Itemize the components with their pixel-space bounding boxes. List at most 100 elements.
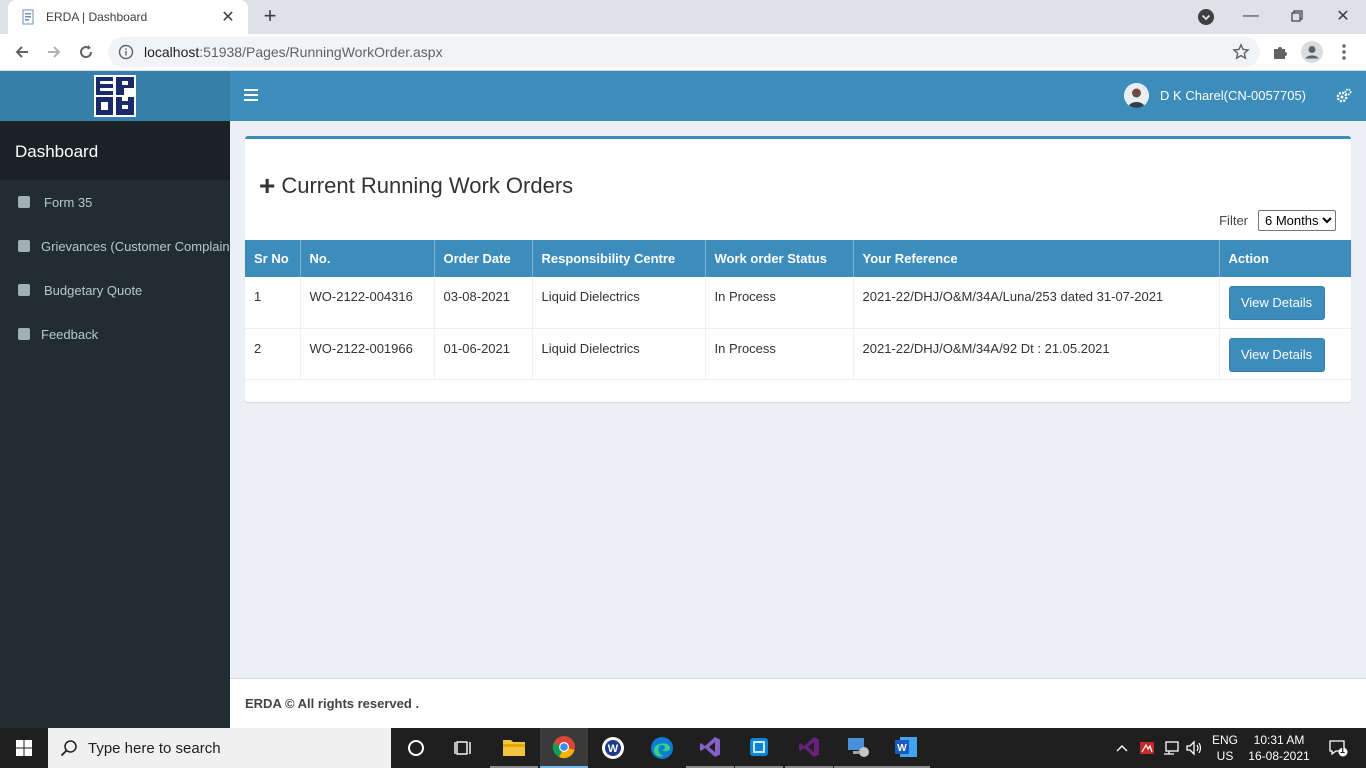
start-button[interactable] xyxy=(0,728,48,768)
taskbar-search-box[interactable]: Type here to search xyxy=(48,728,391,768)
tab-close-icon[interactable]: ✕ xyxy=(220,7,236,27)
footer-text: ERDA © All rights reserved . xyxy=(245,696,420,711)
plus-icon: + xyxy=(259,170,276,201)
browser-tab-strip: ERDA | Dashboard ✕ + — ✕ xyxy=(0,0,1366,34)
column-header[interactable]: No. xyxy=(300,240,435,277)
task-view-button[interactable] xyxy=(440,728,488,768)
work-orders-table: Sr No No. Order Date Responsibility Cent… xyxy=(245,240,1351,380)
cell-reference: 2021-22/DHJ/O&M/34A/92 Dt : 21.05.2021 xyxy=(853,328,1220,379)
forward-button[interactable] xyxy=(42,40,66,64)
cell-order-no: WO-2122-004316 xyxy=(300,277,435,328)
settings-gears-icon[interactable] xyxy=(1336,88,1352,104)
volume-button[interactable] xyxy=(1184,728,1204,768)
chevron-up-icon xyxy=(1116,745,1128,752)
language-indicator[interactable]: ENG US xyxy=(1208,732,1242,764)
filter-control: Filter 6 Months xyxy=(1219,210,1336,231)
action-center-button[interactable]: 1 xyxy=(1318,728,1358,768)
chrome-icon xyxy=(552,736,575,759)
computer-icon xyxy=(848,738,869,757)
tray-app-button[interactable] xyxy=(1137,728,1157,768)
edge-icon xyxy=(651,737,673,759)
cortana-button[interactable] xyxy=(392,728,440,768)
file-explorer-button[interactable] xyxy=(490,728,538,768)
forward-arrow-icon xyxy=(48,46,61,58)
view-details-button[interactable]: View Details xyxy=(1228,286,1325,320)
word-button[interactable]: W xyxy=(882,728,930,768)
cell-action: View Details xyxy=(1219,328,1351,379)
site-info-icon[interactable] xyxy=(118,44,134,60)
visual-studio-2-button[interactable] xyxy=(785,728,833,768)
network-icon xyxy=(1164,741,1179,755)
sidebar-item-label: Grievances (Customer Complaint) xyxy=(41,238,230,254)
show-hidden-icons-button[interactable] xyxy=(1114,728,1130,768)
system-clock[interactable]: 10:31 AM 16-08-2021 xyxy=(1244,732,1314,764)
column-header[interactable]: Order Date xyxy=(434,240,533,277)
cell-responsibility-centre: Liquid Dielectrics xyxy=(532,277,706,328)
filter-label: Filter xyxy=(1219,213,1248,228)
footer: ERDA © All rights reserved . xyxy=(230,678,1366,728)
search-placeholder: Type here to search xyxy=(88,739,221,757)
cell-order-date: 03-08-2021 xyxy=(434,277,533,328)
visual-studio-icon xyxy=(700,737,720,757)
square-icon xyxy=(18,328,30,340)
app-w-button[interactable]: W xyxy=(589,728,637,768)
clock-date: 16-08-2021 xyxy=(1248,749,1310,763)
edge-button[interactable] xyxy=(638,728,686,768)
calculator-app-button[interactable] xyxy=(735,728,783,768)
page-favicon-icon xyxy=(20,9,36,25)
visual-studio-button[interactable] xyxy=(686,728,734,768)
table-row: 1 WO-2122-004316 03-08-2021 Liquid Diele… xyxy=(245,277,1351,328)
column-header[interactable]: Work order Status xyxy=(705,240,854,277)
reload-icon xyxy=(80,45,93,59)
logo-area[interactable] xyxy=(0,71,230,121)
sidebar-title[interactable]: Dashboard xyxy=(0,121,230,180)
network-button[interactable] xyxy=(1161,728,1181,768)
remote-desktop-button[interactable] xyxy=(834,728,882,768)
sidebar-item-feedback[interactable]: Feedback xyxy=(0,312,230,356)
user-menu[interactable]: D K Charel(CN-0057705) xyxy=(1124,83,1306,108)
sidebar-item-form-35[interactable]: Form 35 xyxy=(0,180,230,224)
sidebar-item-label: Budgetary Quote xyxy=(44,282,143,298)
sidebar-item-budgetary-quote[interactable]: Budgetary Quote xyxy=(0,268,230,312)
erda-logo xyxy=(94,75,136,117)
reload-button[interactable] xyxy=(74,40,98,64)
keyboard-region: US xyxy=(1216,749,1234,763)
tab-search-icon[interactable] xyxy=(1197,8,1215,26)
filter-select[interactable]: 6 Months xyxy=(1258,210,1336,231)
extensions-button[interactable] xyxy=(1268,40,1292,64)
user-name: D K Charel(CN-0057705) xyxy=(1160,88,1306,103)
browser-tab[interactable]: ERDA | Dashboard ✕ xyxy=(8,0,248,34)
search-icon xyxy=(60,740,77,757)
task-view-icon xyxy=(454,741,471,755)
cell-responsibility-centre: Liquid Dielectrics xyxy=(532,328,706,379)
cell-status: In Process xyxy=(705,328,854,379)
clock-time: 10:31 AM xyxy=(1253,733,1305,747)
column-header[interactable]: Your Reference xyxy=(853,240,1220,277)
word-icon: W xyxy=(895,737,917,757)
column-header[interactable]: Responsibility Centre xyxy=(532,240,706,277)
sidebar-item-grievances[interactable]: Grievances (Customer Complaint) xyxy=(0,224,230,268)
window-close-button[interactable]: ✕ xyxy=(1320,0,1366,32)
address-bar[interactable]: localhost:51938/Pages/RunningWorkOrder.a… xyxy=(108,37,1260,67)
kebab-menu-icon xyxy=(1342,44,1346,60)
minimize-button[interactable]: — xyxy=(1228,0,1274,32)
restore-button[interactable] xyxy=(1274,0,1320,32)
back-arrow-icon xyxy=(15,46,28,58)
column-header[interactable]: Sr No xyxy=(245,240,301,277)
bookmark-star-icon[interactable] xyxy=(1232,43,1250,64)
tab-title: ERDA | Dashboard xyxy=(46,10,148,24)
cell-reference: 2021-22/DHJ/O&M/34A/Luna/253 dated 31-07… xyxy=(853,277,1220,328)
new-tab-button[interactable]: + xyxy=(258,5,282,29)
profile-button[interactable] xyxy=(1300,40,1324,64)
visual-studio-icon xyxy=(799,737,819,757)
browser-menu-button[interactable] xyxy=(1332,40,1356,64)
svg-text:W: W xyxy=(608,743,619,755)
square-icon xyxy=(18,240,30,252)
sidebar-item-label: Feedback xyxy=(41,326,99,342)
profile-avatar-icon xyxy=(1301,41,1323,63)
app-window-icon xyxy=(750,738,768,756)
back-button[interactable] xyxy=(10,40,34,64)
sidebar-toggle-icon[interactable] xyxy=(244,89,258,101)
chrome-button[interactable] xyxy=(540,728,588,768)
view-details-button[interactable]: View Details xyxy=(1228,337,1325,372)
